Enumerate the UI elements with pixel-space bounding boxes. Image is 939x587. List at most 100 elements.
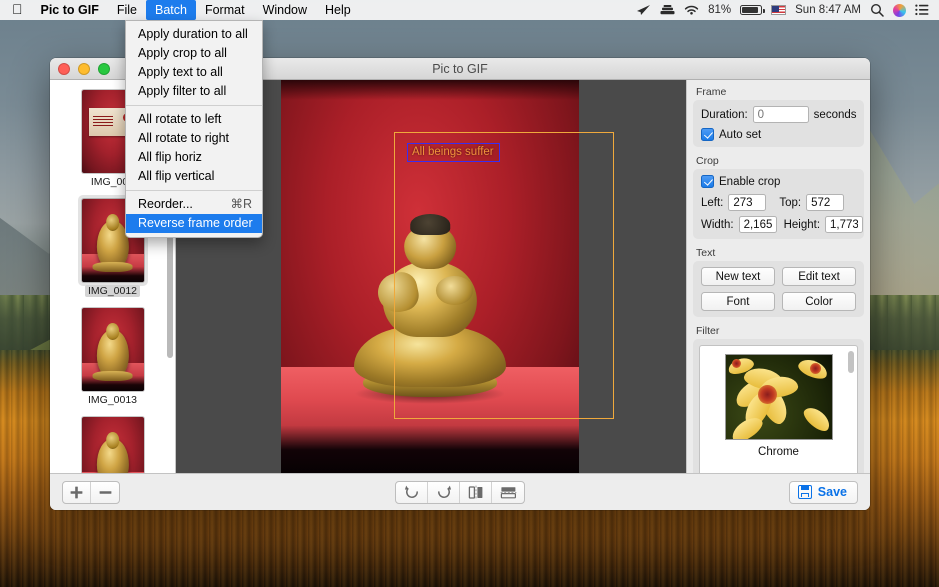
- menu-item-apply-filter-to-all[interactable]: Apply filter to all: [126, 82, 262, 101]
- save-button[interactable]: Save: [788, 480, 858, 504]
- frame-label: IMG_0012: [84, 285, 141, 297]
- text-section-title: Text: [696, 247, 716, 259]
- menu-item-label: All flip horiz: [138, 150, 202, 164]
- plus-icon[interactable]: [63, 481, 91, 503]
- menu-item-apply-duration-to-all[interactable]: Apply duration to all: [126, 25, 262, 44]
- menu-item-all-rotate-to-right[interactable]: All rotate to right: [126, 129, 262, 148]
- batch-dropdown-menu: Apply duration to all Apply crop to all …: [125, 20, 263, 238]
- thumb-statue-base: [92, 371, 133, 382]
- menu-help[interactable]: Help: [316, 0, 360, 20]
- battery-icon[interactable]: [740, 5, 765, 15]
- menu-item-label: Apply text to all: [138, 65, 223, 79]
- list-item[interactable]: IMG_0013: [50, 304, 175, 406]
- menu-item-label: All rotate to left: [138, 112, 222, 126]
- filter-section-title: Filter: [696, 325, 720, 337]
- menu-format[interactable]: Format: [196, 0, 254, 20]
- menu-item-label: Apply filter to all: [138, 84, 227, 98]
- macos-menu-bar:  Pic to GIF File Batch Format Window He…: [0, 0, 939, 20]
- frame-thumbnail[interactable]: [81, 308, 144, 391]
- paper-plane-icon[interactable]: [636, 4, 651, 16]
- filter-section: Chrome Apply Reset: [693, 339, 864, 473]
- menu-item-apply-crop-to-all[interactable]: Apply crop to all: [126, 44, 262, 63]
- rotate-left-icon[interactable]: [428, 481, 460, 503]
- menu-item-reorder[interactable]: Reorder... ⌘R: [126, 195, 262, 214]
- enable-crop-row[interactable]: Enable crop: [701, 175, 856, 188]
- search-icon[interactable]: [870, 3, 884, 17]
- menu-item-label: All flip vertical: [138, 169, 215, 183]
- menu-item-label: Apply duration to all: [138, 27, 248, 41]
- menu-item-label: Reorder...: [138, 197, 193, 211]
- duration-label: Duration:: [701, 108, 748, 121]
- photo-top-shade: [281, 80, 579, 100]
- minus-icon[interactable]: [91, 482, 119, 503]
- menu-item-all-flip-horiz[interactable]: All flip horiz: [126, 148, 262, 167]
- bottom-toolbar: Save: [50, 473, 870, 510]
- battery-percent-label: 81%: [708, 4, 732, 16]
- filter-list[interactable]: Chrome: [699, 345, 858, 473]
- text-section: New text Edit text Font Color: [693, 261, 864, 317]
- color-button[interactable]: Color: [782, 292, 856, 311]
- menu-item-label: Apply crop to all: [138, 46, 227, 60]
- menu-item-label: Reverse frame order: [138, 216, 253, 230]
- save-button-label: Save: [817, 485, 847, 499]
- flip-vertical-icon[interactable]: [492, 482, 524, 503]
- menu-bar-status-area: 81% Sun 8:47 AM: [636, 3, 933, 17]
- crop-width-label: Width:: [701, 218, 734, 231]
- crop-section: Enable crop Left: Top: Width: Height:: [693, 169, 864, 239]
- auto-set-checkbox[interactable]: [701, 128, 714, 141]
- enable-crop-label: Enable crop: [719, 175, 781, 188]
- menu-item-reverse-frame-order[interactable]: Reverse frame order: [126, 214, 262, 233]
- siri-icon[interactable]: [893, 3, 906, 17]
- menu-separator: [126, 190, 262, 191]
- vpn-icon[interactable]: [660, 4, 675, 16]
- list-item[interactable]: Chrome: [700, 346, 857, 458]
- duration-row: Duration: seconds: [701, 106, 857, 123]
- enable-crop-checkbox[interactable]: [701, 175, 714, 188]
- menu-item-all-rotate-to-left[interactable]: All rotate to left: [126, 110, 262, 129]
- auto-set-label: Auto set: [719, 128, 762, 141]
- new-text-button[interactable]: New text: [701, 267, 775, 286]
- crop-selection-rectangle[interactable]: All beings suffer: [394, 132, 614, 419]
- us-flag-icon[interactable]: [771, 5, 787, 15]
- crop-top-input[interactable]: [806, 194, 845, 211]
- crop-left-input[interactable]: [728, 194, 767, 211]
- menu-batch[interactable]: Batch: [146, 0, 196, 20]
- add-remove-segmented-control: [62, 480, 120, 504]
- menu-file[interactable]: File: [108, 0, 146, 20]
- seconds-label: seconds: [813, 108, 857, 121]
- menu-item-apply-text-to-all[interactable]: Apply text to all: [126, 63, 262, 82]
- font-button[interactable]: Font: [701, 292, 775, 311]
- floppy-disk-icon: [797, 485, 812, 499]
- crop-left-top-row: Left: Top:: [701, 194, 856, 211]
- edit-text-button[interactable]: Edit text: [782, 267, 856, 286]
- crop-width-input[interactable]: [738, 216, 777, 233]
- crop-height-label: Height:: [783, 218, 821, 231]
- text-overlay[interactable]: All beings suffer: [407, 143, 500, 162]
- menu-pic-to-gif[interactable]: Pic to GIF: [32, 0, 108, 20]
- transform-segmented-control: [395, 480, 525, 504]
- crop-section-title: Crop: [696, 155, 719, 167]
- rotate-right-icon[interactable]: [396, 481, 428, 503]
- thumb-statue-base: [92, 262, 133, 273]
- frame-thumbnail[interactable]: [81, 417, 144, 473]
- crop-left-label: Left:: [701, 196, 724, 209]
- frame-label: IMG_0013: [87, 394, 138, 406]
- flip-horizontal-icon[interactable]: [460, 481, 492, 503]
- auto-set-row[interactable]: Auto set: [701, 128, 856, 141]
- thumb-statue-head: [105, 322, 120, 340]
- menu-bar-clock[interactable]: Sun 8:47 AM: [795, 4, 861, 16]
- filter-thumbnail[interactable]: [724, 354, 833, 440]
- thumb-statue-head: [105, 213, 120, 231]
- filter-list-scrollbar[interactable]: [848, 351, 854, 373]
- crop-top-label: Top:: [779, 196, 802, 209]
- menu-item-shortcut: ⌘R: [230, 197, 252, 211]
- notification-center-icon[interactable]: [915, 4, 929, 16]
- menu-item-all-flip-vertical[interactable]: All flip vertical: [126, 167, 262, 186]
- text-button-row-2: Font Color: [701, 292, 856, 311]
- apple-icon[interactable]: : [6, 2, 32, 18]
- wifi-icon[interactable]: [684, 5, 699, 16]
- duration-input[interactable]: [752, 106, 809, 123]
- crop-height-input[interactable]: [825, 216, 864, 233]
- menu-window[interactable]: Window: [254, 0, 316, 20]
- list-item[interactable]: [50, 413, 175, 473]
